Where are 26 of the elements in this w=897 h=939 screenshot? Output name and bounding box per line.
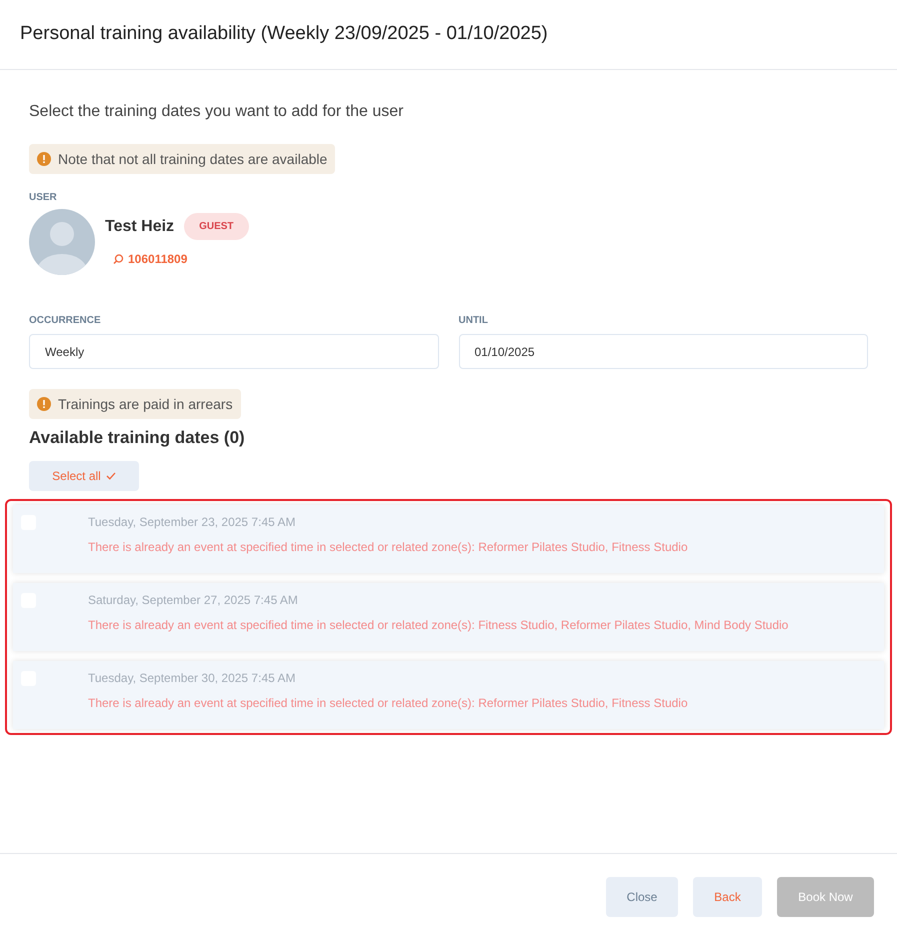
- field-label: USER: [29, 191, 58, 205]
- notice-banner: Note that not all training dates are available: [29, 144, 336, 174]
- warning-icon: [37, 152, 51, 166]
- notice-banner: Trainings are paid in arrears: [29, 389, 241, 419]
- field-label: UNTIL: [458, 314, 489, 328]
- check-icon: [106, 472, 116, 480]
- input-field[interactable]: Weekly: [29, 334, 438, 369]
- user-id-link[interactable]: 106011809: [113, 250, 188, 268]
- warning-icon: [37, 397, 51, 411]
- input-field[interactable]: 01/10/2025: [458, 334, 868, 369]
- user-name: Test Heiz: [105, 216, 174, 236]
- error-message: There is already an event at specified time in selected or related zone(s): Reformer Pilates Studio, Fitness Studio: [88, 694, 688, 712]
- select-all-button[interactable]: Select all: [29, 460, 139, 490]
- date-text: Saturday, September 27, 2025 7:45 AM: [88, 592, 299, 608]
- error-message: There is already an event at specified time in selected or related zone(s): Fitness Studio, Reformer Pilates Studio, Mind Body Studio: [88, 616, 788, 634]
- instruction-text: Select the training dates you want to add for the user: [29, 102, 404, 122]
- window-title: Personal training availability (Weekly 23/09/2025 - 01/10/2025): [20, 22, 548, 46]
- guest-badge: GUEST: [184, 213, 249, 240]
- section-heading: Available training dates (0): [29, 427, 246, 449]
- error-message: There is already an event at specified time in selected or related zone(s): Reformer Pilates Studio, Fitness Studio: [88, 538, 688, 556]
- dialog-button[interactable]: Close: [606, 876, 678, 916]
- search-icon: [113, 254, 124, 264]
- date-text: Tuesday, September 23, 2025 7:45 AM: [88, 514, 296, 530]
- field-label: OCCURRENCE: [29, 314, 102, 328]
- dialog-button[interactable]: Back: [693, 876, 762, 916]
- date-text: Tuesday, September 30, 2025 7:45 AM: [88, 670, 296, 686]
